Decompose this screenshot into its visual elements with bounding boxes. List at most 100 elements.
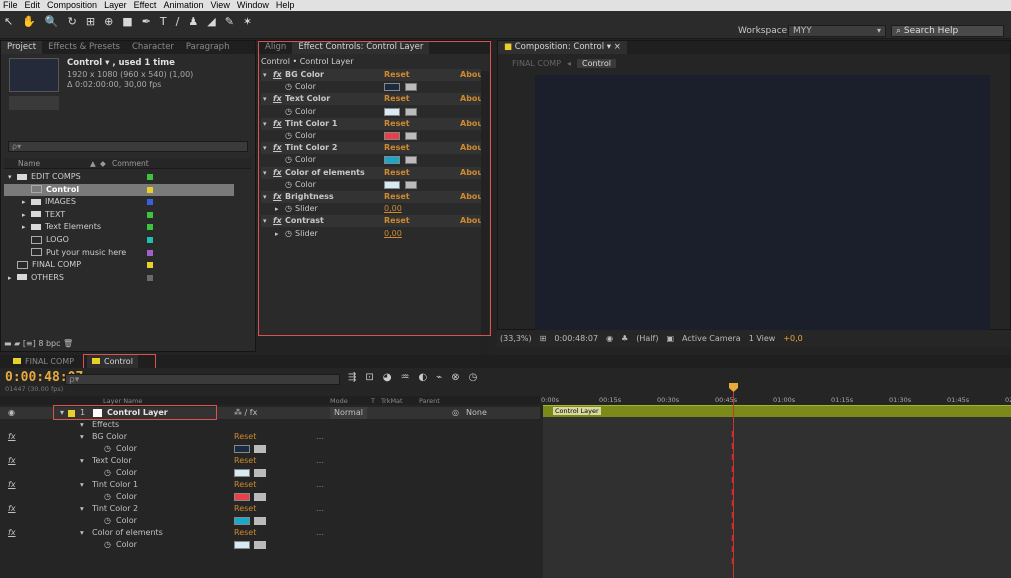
about-button[interactable]: Abou xyxy=(460,118,483,130)
keyframe-marker[interactable]: I xyxy=(731,546,737,554)
reset-button[interactable]: Reset xyxy=(234,431,256,443)
stamp-tool-icon[interactable]: ♟ xyxy=(188,15,198,28)
trash-icon[interactable]: 🗑 xyxy=(63,339,73,348)
reset-button[interactable]: Reset xyxy=(384,215,410,227)
rotate-tool-icon[interactable]: ↻ xyxy=(68,15,77,28)
interpret-footage-icon[interactable]: ▬ xyxy=(4,339,12,348)
current-time[interactable]: 0:00:48:07 xyxy=(554,334,598,343)
graph-editor-icon[interactable]: ⌁ xyxy=(436,372,442,383)
stopwatch-icon[interactable]: ◷ xyxy=(285,130,292,142)
exposure-value[interactable]: +0,0 xyxy=(783,334,802,343)
list-item[interactable]: ▸ TEXT xyxy=(4,209,234,221)
reset-button[interactable]: Reset xyxy=(234,527,256,539)
effect-row[interactable]: ▾ fx Color of elements Reset Abou xyxy=(261,166,483,179)
chevron-right-icon[interactable]: ▸ xyxy=(22,196,31,208)
grid-icon[interactable]: ⊞ xyxy=(540,334,547,343)
list-item[interactable]: ▸ Text Elements xyxy=(4,221,234,233)
chevron-right-icon[interactable]: ▸ xyxy=(8,272,17,284)
tab-final-comp[interactable]: FINAL COMP xyxy=(8,355,79,368)
tab-effects-presets[interactable]: Effects & Presets xyxy=(42,41,126,54)
label-swatch[interactable] xyxy=(147,274,153,281)
reset-button[interactable]: Reset xyxy=(384,191,410,203)
keyframe-marker[interactable]: I xyxy=(731,477,737,485)
stopwatch-icon[interactable]: ◷ xyxy=(285,228,292,240)
stopwatch-icon[interactable]: ◷ xyxy=(285,106,292,118)
keyframe-marker[interactable]: I xyxy=(731,534,737,543)
workspace-select[interactable]: MYY ▾ xyxy=(788,25,886,37)
about-button[interactable]: Abou xyxy=(460,215,483,227)
expand-icon[interactable]: ▾ xyxy=(263,142,267,154)
property-row[interactable]: ▸ ◷ Slider 0,00 xyxy=(261,203,481,215)
property-row[interactable]: ◷ Color xyxy=(261,106,481,118)
eyedropper-icon[interactable] xyxy=(405,107,417,116)
label-swatch[interactable] xyxy=(147,199,153,206)
list-item[interactable]: Control xyxy=(4,183,234,196)
list-item[interactable]: Put your music here xyxy=(4,247,234,259)
about-button[interactable]: Abou xyxy=(460,93,483,105)
label-swatch[interactable] xyxy=(147,186,153,193)
expand-icon[interactable]: ▾ xyxy=(263,118,267,130)
col-layer-name[interactable]: Layer Name xyxy=(103,397,142,405)
menu-item-layer[interactable]: Layer xyxy=(104,0,127,11)
color-swatch[interactable] xyxy=(384,132,400,140)
layer-row[interactable]: ◉ ▾ 1 Control Layer ⁂ ∕ fx Normal ◎ None xyxy=(0,407,540,419)
frame-blend-icon[interactable]: ♒ xyxy=(401,372,410,383)
about-button[interactable]: Abou xyxy=(460,142,483,154)
color-swatch[interactable] xyxy=(234,541,250,549)
puppet-tool-icon[interactable]: ✶ xyxy=(243,15,252,28)
fx-icon[interactable]: fx xyxy=(273,69,282,81)
color-swatch[interactable] xyxy=(234,469,250,477)
list-item[interactable]: ▸ IMAGES xyxy=(4,196,234,208)
search-help-input[interactable]: ⌕ Search Help xyxy=(891,25,1004,37)
tab-character[interactable]: Character xyxy=(126,41,180,54)
fx-icon[interactable]: fx xyxy=(8,455,16,467)
color-swatch[interactable] xyxy=(234,517,250,525)
pan-tool-icon[interactable]: ⊕ xyxy=(104,15,113,28)
property-row[interactable]: ◷ Color xyxy=(261,154,481,166)
label-swatch[interactable] xyxy=(147,174,153,180)
expand-icon[interactable]: ▾ xyxy=(80,455,84,467)
eyedropper-icon[interactable] xyxy=(254,517,266,525)
type-tool-icon[interactable]: T xyxy=(160,15,167,28)
reset-button[interactable]: Reset xyxy=(234,503,256,515)
property-row[interactable]: ◷ Color xyxy=(0,467,540,479)
effects-expand-icon[interactable]: ▾ xyxy=(80,419,84,431)
fx-icon[interactable]: fx xyxy=(273,215,282,227)
label-swatch[interactable] xyxy=(147,237,153,243)
effects-group-row[interactable]: ▾ Effects xyxy=(0,419,540,431)
menu-item-effect[interactable]: Effect xyxy=(134,0,157,11)
expand-icon[interactable]: ▾ xyxy=(263,93,267,105)
time-ruler[interactable]: 0:00s 00:15s 00:30s 00:45s 01:00s 01:15s 01:30… xyxy=(541,396,1011,405)
property-row[interactable]: ◷ Color xyxy=(261,130,481,142)
channels-icon[interactable]: ♣ xyxy=(621,334,628,343)
expand-icon[interactable]: ▾ xyxy=(263,167,267,179)
list-item[interactable]: ▾ EDIT COMPS xyxy=(4,171,234,183)
col-comment[interactable]: Comment xyxy=(112,159,149,168)
label-color[interactable] xyxy=(68,410,75,417)
region-icon[interactable]: ▣ xyxy=(666,334,674,343)
col-name[interactable]: Name xyxy=(18,159,40,168)
reset-button[interactable]: Reset xyxy=(384,142,410,154)
tab-paragraph[interactable]: Paragraph xyxy=(180,41,236,54)
brush-tool-icon[interactable]: ∕ xyxy=(176,15,180,28)
keyframe-marker[interactable]: I xyxy=(731,442,737,451)
mask-tool-icon[interactable]: ■ xyxy=(122,15,132,28)
effect-row[interactable]: ▾ fx Brightness Reset Abou xyxy=(261,191,483,203)
eyedropper-icon[interactable] xyxy=(405,180,417,189)
menu-item-animation[interactable]: Animation xyxy=(163,0,203,11)
menu-item-view[interactable]: View xyxy=(210,0,229,11)
stopwatch-icon[interactable]: ◷ xyxy=(469,372,478,383)
effect-row[interactable]: fx ▾ BG Color Reset… xyxy=(0,431,540,443)
reset-button[interactable]: Reset xyxy=(384,93,410,105)
expand-icon[interactable]: ▾ xyxy=(263,69,267,81)
expand-icon[interactable]: ▾ xyxy=(60,407,64,419)
eye-icon[interactable]: ◉ xyxy=(8,407,15,419)
chevron-right-icon[interactable]: ▸ xyxy=(22,209,31,221)
stopwatch-icon[interactable]: ◷ xyxy=(104,491,111,503)
list-item[interactable]: ▸ OTHERS xyxy=(4,272,234,284)
bit-depth[interactable]: 8 bpc xyxy=(38,339,60,348)
eyedropper-icon[interactable] xyxy=(254,493,266,501)
label-swatch[interactable] xyxy=(147,249,153,256)
eyedropper-icon[interactable] xyxy=(254,541,266,549)
sort-icon[interactable]: ▲ xyxy=(90,159,96,168)
